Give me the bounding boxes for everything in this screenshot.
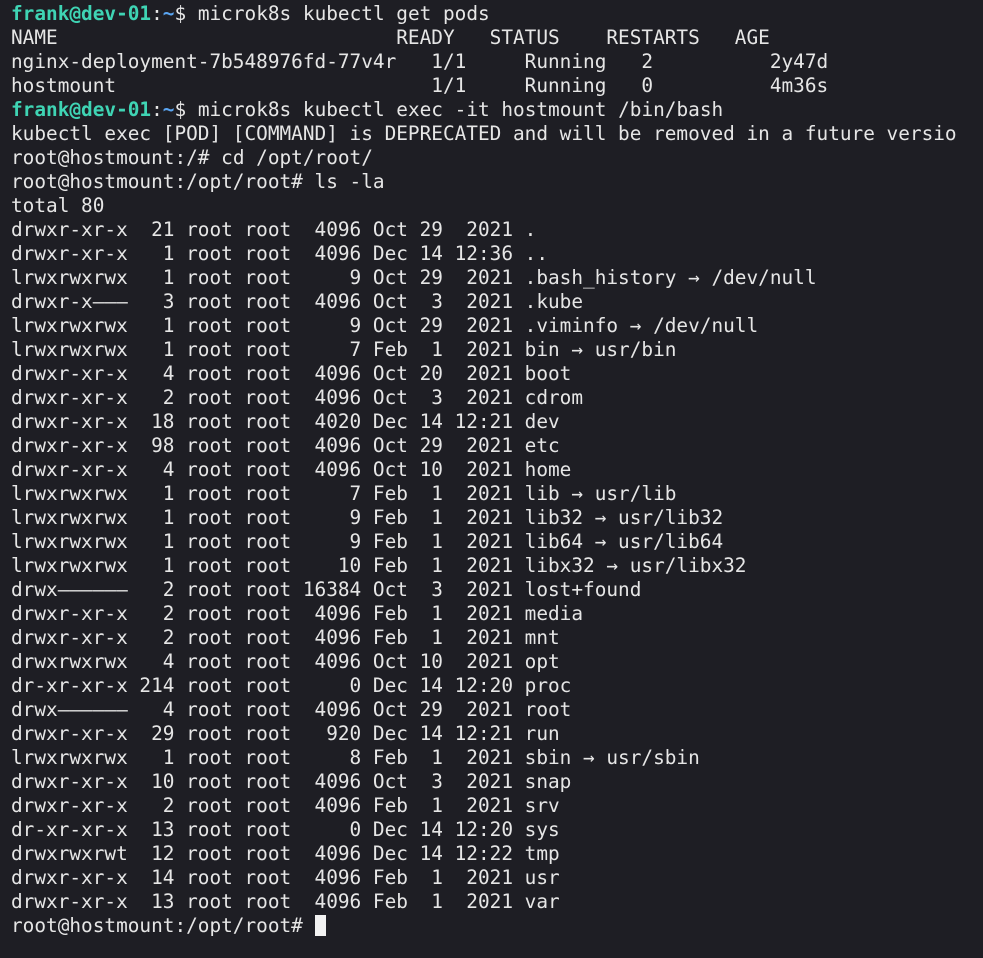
listing-entry: drwxr-xr-x 2 root root 4096 Oct 3 2021 c…	[11, 386, 584, 409]
listing-entry: drwxr-xr-x 4 root root 4096 Oct 10 2021 …	[11, 458, 572, 481]
listing-entry: lrwxrwxrwx 1 root root 9 Oct 29 2021 .ba…	[11, 266, 817, 289]
pods-table-row: nginx-deployment-7b548976fd-77v4r 1/1 Ru…	[11, 50, 829, 73]
listing-entry: drwxr-xr-x 1 root root 4096 Dec 14 12:36…	[11, 242, 549, 265]
deprecation-warning: kubectl exec [POD] [COMMAND] is DEPRECAT…	[11, 122, 957, 145]
listing-total: total 80	[11, 194, 105, 217]
pods-table-row: hostmount 1/1 Running 0 4m36s	[11, 74, 829, 97]
prompt-user-host: frank@dev-01	[11, 2, 152, 25]
active-prompt-line[interactable]: root@hostmount:/opt/root#	[11, 914, 983, 938]
command-text: cd /opt/root/	[221, 146, 373, 169]
terminal-window[interactable]: frank@dev-01:~$ microk8s kubectl get pod…	[0, 0, 983, 958]
listing-entry: drwxr-xr-x 10 root root 4096 Oct 3 2021 …	[11, 770, 572, 793]
listing-entry: lrwxrwxrwx 1 root root 10 Feb 1 2021 lib…	[11, 554, 747, 577]
container-prompt: root@hostmount:/#	[11, 146, 222, 169]
listing-entry: drwxr-xr-x 14 root root 4096 Feb 1 2021 …	[11, 866, 560, 889]
listing-entry: drwxr-xr-x 13 root root 4096 Feb 1 2021 …	[11, 890, 560, 913]
container-prompt: root@hostmount:/opt/root#	[11, 914, 315, 937]
container-prompt-line-ls: root@hostmount:/opt/root# ls -la	[11, 170, 983, 194]
prompt-symbol: $	[174, 98, 198, 121]
listing-entry: drwxr-xr-x 21 root root 4096 Oct 29 2021…	[11, 218, 537, 241]
prompt-separator: :	[151, 2, 163, 25]
prompt-cwd: ~	[162, 98, 175, 121]
listing-entry: dr-xr-xr-x 13 root root 0 Dec 14 12:20 s…	[11, 818, 560, 841]
listing-entry: lrwxrwxrwx 1 root root 9 Feb 1 2021 lib6…	[11, 530, 724, 553]
text-cursor[interactable]	[314, 915, 326, 936]
listing-entry: lrwxrwxrwx 1 root root 7 Feb 1 2021 bin …	[11, 338, 677, 361]
listing-entry: drwx—————— 4 root root 4096 Oct 29 2021 …	[11, 698, 572, 721]
listing-entry: drwxr-xr-x 2 root root 4096 Feb 1 2021 s…	[11, 794, 560, 817]
prompt-user-host: frank@dev-01	[11, 98, 152, 121]
command-text: microk8s kubectl get pods	[197, 2, 490, 25]
listing-entry: lrwxrwxrwx 1 root root 8 Feb 1 2021 sbin…	[11, 746, 700, 769]
listing-entry: dr-xr-xr-x 214 root root 0 Dec 14 12:20 …	[11, 674, 572, 697]
container-prompt-line-cd: root@hostmount:/# cd /opt/root/	[11, 146, 983, 170]
listing-entry: drwxr-xr-x 98 root root 4096 Oct 29 2021…	[11, 434, 560, 457]
listing-entry: drwxr-xr-x 4 root root 4096 Oct 20 2021 …	[11, 362, 572, 385]
listing-entry: drwxr-x——— 3 root root 4096 Oct 3 2021 .…	[11, 290, 584, 313]
listing-entry: lrwxrwxrwx 1 root root 7 Feb 1 2021 lib …	[11, 482, 677, 505]
command-text: ls -la	[314, 170, 385, 193]
listing-entry: drwxr-xr-x 18 root root 4020 Dec 14 12:2…	[11, 410, 560, 433]
prompt-line-exec: frank@dev-01:~$ microk8s kubectl exec -i…	[11, 98, 983, 122]
prompt-cwd: ~	[162, 2, 175, 25]
prompt-line-get-pods: frank@dev-01:~$ microk8s kubectl get pod…	[11, 2, 983, 26]
container-prompt: root@hostmount:/opt/root#	[11, 170, 315, 193]
prompt-separator: :	[151, 98, 163, 121]
listing-entry: drwxrwxrwt 12 root root 4096 Dec 14 12:2…	[11, 842, 560, 865]
listing-entry: drwxrwxrwx 4 root root 4096 Oct 10 2021 …	[11, 650, 560, 673]
listing-entry: drwxr-xr-x 29 root root 920 Dec 14 12:21…	[11, 722, 560, 745]
listing-entry: drwxr-xr-x 2 root root 4096 Feb 1 2021 m…	[11, 626, 560, 649]
listing-entry: drwxr-xr-x 2 root root 4096 Feb 1 2021 m…	[11, 602, 584, 625]
listing-entry: drwx—————— 2 root root 16384 Oct 3 2021 …	[11, 578, 642, 601]
command-text: microk8s kubectl exec -it hostmount /bin…	[197, 98, 724, 121]
directory-listing: drwxr-xr-x 21 root root 4096 Oct 29 2021…	[11, 218, 983, 914]
pods-table-header: NAME READY STATUS RESTARTS AGE	[11, 26, 770, 49]
prompt-symbol: $	[174, 2, 198, 25]
listing-entry: lrwxrwxrwx 1 root root 9 Feb 1 2021 lib3…	[11, 506, 724, 529]
listing-entry: lrwxrwxrwx 1 root root 9 Oct 29 2021 .vi…	[11, 314, 759, 337]
